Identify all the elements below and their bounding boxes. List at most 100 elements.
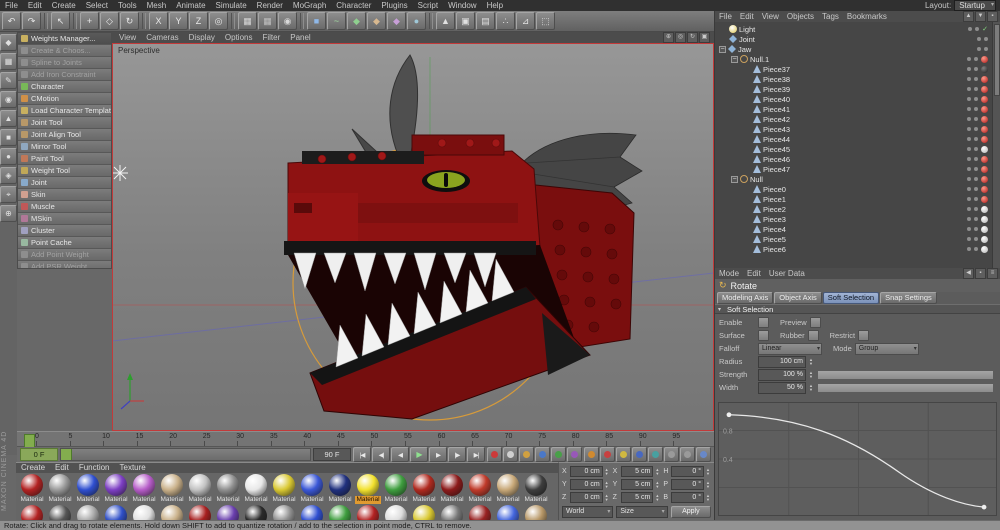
tree-row-piece3[interactable]: Piece3	[715, 214, 1000, 224]
polygons-mode-button[interactable]: ⬚	[536, 12, 555, 30]
editor-visibility-dot[interactable]	[967, 107, 971, 111]
toggle-view-icon[interactable]: ▣	[699, 32, 710, 43]
material-item[interactable]: Material	[522, 474, 550, 504]
workplane-icon[interactable]: ◉	[0, 91, 17, 108]
timeline-tick[interactable]: 70	[505, 433, 539, 446]
tab-soft-selection[interactable]: Soft Selection	[823, 292, 879, 304]
soft-selection-section-header[interactable]: Soft Selection	[715, 304, 1000, 314]
lock-icon[interactable]: ▪	[975, 268, 986, 279]
render-visibility-dot[interactable]	[974, 157, 978, 161]
texture-tag[interactable]	[981, 156, 988, 163]
timeline-tick[interactable]: 10	[102, 433, 136, 446]
end-frame-field[interactable]: 90 F	[313, 448, 351, 461]
strength-slider[interactable]	[817, 370, 994, 380]
material-item[interactable]: Material	[382, 505, 410, 521]
material-item[interactable]: Material	[102, 474, 130, 504]
timeline-tick[interactable]: 50	[370, 433, 404, 446]
menu-file[interactable]: File	[0, 0, 23, 11]
om-menu-bookmarks[interactable]: Bookmarks	[843, 11, 891, 22]
material-item[interactable]: Material	[466, 505, 494, 521]
texture-tag[interactable]	[981, 106, 988, 113]
material-item[interactable]: Material	[410, 474, 438, 504]
viewport-menu-view[interactable]: View	[114, 33, 141, 42]
coord-spinner[interactable]: ▲▼	[605, 494, 610, 502]
radius-spinner[interactable]: ▲▼	[809, 358, 814, 366]
command-character[interactable]: Character	[18, 81, 111, 93]
radius-field[interactable]: 100 cm	[758, 356, 806, 368]
menu-window[interactable]: Window	[443, 0, 481, 11]
tree-row-piece45[interactable]: Piece45	[715, 144, 1000, 154]
coordinate-system-button[interactable]: ◎	[209, 12, 228, 30]
lock-icon[interactable]: ▪	[987, 11, 998, 22]
render-visibility-dot[interactable]	[974, 127, 978, 131]
z-axis-lock-button[interactable]: Z	[189, 12, 208, 30]
tree-row-light[interactable]: Light✓	[715, 24, 1000, 34]
material-item[interactable]: Material	[158, 505, 186, 521]
axis-mode-icon[interactable]: ◈	[0, 167, 17, 184]
current-frame-field[interactable]: 0 F	[20, 448, 58, 461]
timeline-tick[interactable]: 65	[471, 433, 505, 446]
snap-icon[interactable]: ⌖	[0, 186, 17, 203]
editor-visibility-dot[interactable]	[967, 247, 971, 251]
coord-value-field[interactable]: 5 cm	[621, 492, 654, 503]
menu-edit[interactable]: Edit	[23, 0, 47, 11]
frame-slider[interactable]	[60, 448, 311, 461]
timeline-toggle-7[interactable]	[680, 447, 695, 462]
editor-visibility-dot[interactable]	[967, 117, 971, 121]
coord-value-field[interactable]: 0 cm	[570, 479, 603, 490]
timeline-ruler[interactable]: 05101520253035404550556065707580859095	[17, 431, 714, 447]
next-key-button[interactable]: |▶	[448, 447, 466, 462]
goto-start-button[interactable]: |◀	[353, 447, 371, 462]
material-menu-texture[interactable]: Texture	[115, 463, 151, 473]
material-item[interactable]: Material	[298, 505, 326, 521]
width-slider[interactable]	[817, 383, 994, 393]
material-item[interactable]: Material	[522, 505, 550, 521]
rotate-button[interactable]: ↻	[120, 12, 139, 30]
render-visibility-dot[interactable]	[974, 167, 978, 171]
texture-tag[interactable]	[981, 76, 988, 83]
timeline-toggle-3[interactable]	[616, 447, 631, 462]
material-item[interactable]: Material	[242, 505, 270, 521]
viewport-menu-panel[interactable]: Panel	[285, 33, 315, 42]
tree-row-piece0[interactable]: Piece0	[715, 184, 1000, 194]
material-item[interactable]: Material	[214, 505, 242, 521]
material-item[interactable]: Material	[494, 474, 522, 504]
tree-row-piece44[interactable]: Piece44	[715, 134, 1000, 144]
editor-visibility-dot[interactable]	[967, 147, 971, 151]
texture-tag[interactable]	[981, 226, 988, 233]
am-menu-user-data[interactable]: User Data	[765, 268, 809, 279]
coord-spinner[interactable]: ▲▼	[706, 468, 711, 476]
tree-row-piece1[interactable]: Piece1	[715, 194, 1000, 204]
material-item[interactable]: Material	[130, 505, 158, 521]
render-visibility-dot[interactable]	[984, 47, 988, 51]
material-item[interactable]: Material	[102, 505, 130, 521]
y-axis-lock-button[interactable]: Y	[169, 12, 188, 30]
render-visibility-dot[interactable]	[984, 37, 988, 41]
texture-tag[interactable]	[981, 246, 988, 253]
render-visibility-dot[interactable]	[974, 197, 978, 201]
tree-row-piece47[interactable]: Piece47	[715, 164, 1000, 174]
render-visibility-dot[interactable]	[974, 137, 978, 141]
coord-spinner[interactable]: ▲▼	[655, 481, 660, 489]
viewport-solo-icon[interactable]: ⊕	[0, 205, 17, 222]
tab-modeling-axis[interactable]: Modeling Axis	[717, 292, 773, 304]
timeline-tick[interactable]: 95	[672, 433, 706, 446]
coord-value-field[interactable]: 0 °	[671, 466, 704, 477]
menu-help[interactable]: Help	[482, 0, 508, 11]
om-menu-view[interactable]: View	[758, 11, 783, 22]
tree-row-null[interactable]: −Null	[715, 174, 1000, 184]
coord-value-field[interactable]: 5 cm	[621, 466, 654, 477]
viewport-canvas[interactable]: Perspective	[112, 43, 714, 431]
material-item[interactable]: Material	[46, 474, 74, 504]
timeline-tick[interactable]: 0	[35, 433, 69, 446]
timeline-tick[interactable]: 5	[69, 433, 103, 446]
command-joint-tool[interactable]: Joint Tool	[18, 117, 111, 129]
command-skin[interactable]: Skin	[18, 189, 111, 201]
command-add-point-weight[interactable]: Add Point Weight	[18, 249, 111, 261]
restrict-checkbox[interactable]	[858, 330, 869, 341]
menu-animate[interactable]: Animate	[171, 0, 210, 11]
timeline-tick[interactable]: 60	[438, 433, 472, 446]
material-item[interactable]: Material	[438, 505, 466, 521]
timeline-toggle-5[interactable]	[648, 447, 663, 462]
add-primitive-button[interactable]: ■	[307, 12, 326, 30]
